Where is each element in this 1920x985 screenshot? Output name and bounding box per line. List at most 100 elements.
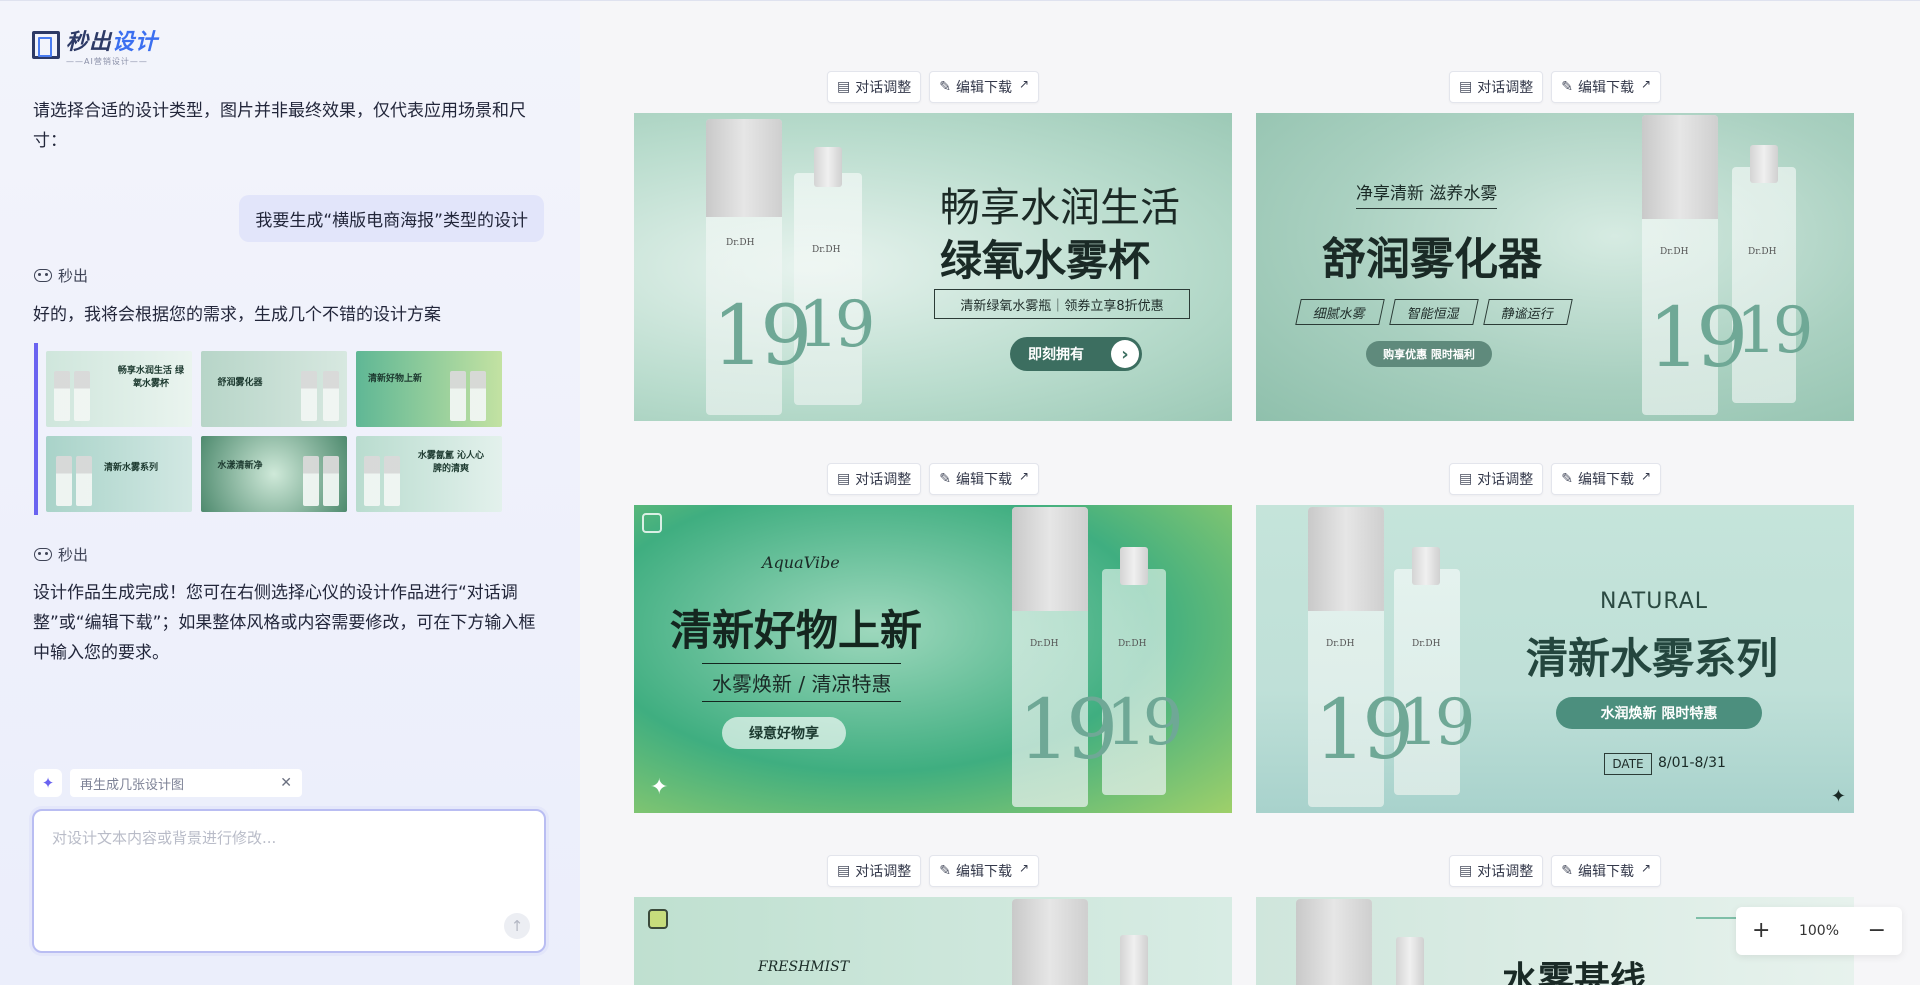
bottle-number: 19 <box>712 289 812 384</box>
thumb-bottle <box>450 371 466 421</box>
bottle-number: 19 <box>1018 683 1118 778</box>
chat-edit-icon: ▤ <box>836 471 851 487</box>
bottle-brand: Dr.DH <box>1748 247 1777 257</box>
bot-sender: 秒出 <box>34 265 88 286</box>
suggestion-chip-label: 再生成几张设计图 <box>80 777 185 793</box>
bottle-number: 19 <box>1648 291 1748 386</box>
chat-adjust-button[interactable]: ▤ 对话调整 <box>826 855 922 887</box>
thumb-bottle <box>56 456 72 506</box>
intro-message: 请选择合适的设计类型，图片并非最终效果，仅代表应用场景和尺寸： <box>33 101 526 151</box>
thumb-bottle <box>303 456 319 506</box>
edit-icon: ✎ <box>1561 471 1573 487</box>
date-label: DATE <box>1604 753 1652 775</box>
thumbnail-grid: 畅享水润生活 绿氧水雾杯 舒润雾化器 清新好物上新 清新水雾系列 水漾清新净 水… <box>34 343 524 515</box>
zoom-out-button[interactable]: − <box>1868 920 1886 942</box>
suggestion-chip[interactable]: ✦ 再生成几张设计图 ✕ <box>34 769 302 797</box>
bottle-brand: Dr.DH <box>1118 639 1147 649</box>
poster-5[interactable]: FRESHMIST <box>634 897 1232 985</box>
chevron-right-icon: › <box>1111 340 1139 368</box>
bottle-brand: Dr.DH <box>1030 639 1059 649</box>
poster-script: AquaVibe <box>762 553 840 572</box>
edit-download-button[interactable]: ✎ 编辑下载 ↗ <box>929 463 1040 495</box>
thumb-bottle <box>470 371 486 421</box>
edit-download-button[interactable]: ✎ 编辑下载 ↗ <box>1551 463 1662 495</box>
bottle-number: 19 <box>1314 683 1414 778</box>
zoom-in-button[interactable]: + <box>1752 920 1770 942</box>
edit-download-button[interactable]: ✎ 编辑下载 ↗ <box>1551 71 1662 103</box>
poster-headline: 清新水雾系列 <box>1526 634 1779 683</box>
poster-4[interactable]: Dr.DH Dr.DH 19 19 NATURAL 清新水雾系列 水润焕新 限时… <box>1256 505 1854 813</box>
bottle-brand: Dr.DH <box>1326 639 1355 649</box>
edit-download-button[interactable]: ✎ 编辑下载 ↗ <box>929 71 1040 103</box>
logo-mark-icon <box>32 31 60 59</box>
poster-cta: 即刻拥有 › <box>1010 337 1142 371</box>
thumbnail-title: 清新水雾系列 <box>103 463 158 473</box>
poster-script: FRESHMIST <box>758 959 850 975</box>
bottle-brand: Dr.DH <box>812 245 841 255</box>
chat-edit-icon: ▤ <box>1458 471 1473 487</box>
chat-adjust-button[interactable]: ▤ 对话调整 <box>826 71 922 103</box>
bottle-pump <box>1120 935 1148 985</box>
user-message-bubble: 我要生成“横版电商海报”类型的设计 <box>239 195 544 242</box>
bottle-number: 19 <box>798 288 875 362</box>
thumb-bottle <box>76 456 92 506</box>
thumbnail-3[interactable]: 清新好物上新 <box>356 351 502 427</box>
logo: 秒出设计 ——AI营销设计—— <box>32 31 158 67</box>
bot-icon <box>34 269 52 282</box>
bottle-pump <box>1396 937 1424 985</box>
thumbnail-2[interactable]: 舒润雾化器 <box>201 351 347 427</box>
bot-sender: 秒出 <box>34 544 88 565</box>
thumbnail-title: 畅享水润生活 绿氧水雾杯 <box>117 366 185 389</box>
poster-feature: 智能恒湿 <box>1389 299 1479 325</box>
message-input[interactable] <box>34 811 544 951</box>
thumbnail-6[interactable]: 水雾氤氲 沁人心脾的清爽 <box>356 436 502 512</box>
bottle-image <box>1296 899 1372 985</box>
thumbnail-5[interactable]: 水漾清新净 <box>201 436 347 512</box>
edit-download-button[interactable]: ✎ 编辑下载 ↗ <box>929 855 1040 887</box>
chat-adjust-button[interactable]: ▤ 对话调整 <box>826 463 922 495</box>
edit-icon: ✎ <box>939 863 951 879</box>
suggestion-chip-pill[interactable]: 再生成几张设计图 ✕ <box>70 769 302 797</box>
logo-tagline: ——AI营销设计—— <box>66 57 148 66</box>
external-link-icon: ↗ <box>1018 469 1030 483</box>
external-link-icon: ↗ <box>1640 861 1652 875</box>
thumbnail-4[interactable]: 清新水雾系列 <box>46 436 192 512</box>
external-link-icon: ↗ <box>1640 77 1652 91</box>
bot-reply-1: 好的，我将会根据您的需求，生成几个不错的设计方案 <box>33 305 441 325</box>
edit-icon: ✎ <box>1561 79 1573 95</box>
chat-adjust-button[interactable]: ▤ 对话调整 <box>1448 463 1544 495</box>
poster-headline: 绿氧水雾杯 <box>940 236 1151 285</box>
poster-1[interactable]: Dr.DH Dr.DH 19 19 畅享水润生活 绿氧水雾杯 清新绿氧水雾瓶｜领… <box>634 113 1232 421</box>
bottle-number: 19 <box>1106 686 1183 760</box>
thumbnail-title: 水雾氤氲 沁人心脾的清爽 <box>417 451 485 474</box>
bottle-brand: Dr.DH <box>1660 247 1689 257</box>
poster-feature: 静谧运行 <box>1483 299 1573 325</box>
bottle-number: 19 <box>1736 294 1813 368</box>
bottle-image <box>1012 899 1088 985</box>
sparkle-icon: ✦ <box>1830 786 1846 807</box>
poster-headline: 清新好物上新 <box>670 606 923 655</box>
send-button[interactable]: ↑ <box>504 913 530 939</box>
chat-edit-icon: ▤ <box>1458 79 1473 95</box>
message-input-box: ↑ <box>32 809 546 953</box>
chat-edit-icon: ▤ <box>1458 863 1473 879</box>
sparkle-icon: ✦ <box>34 769 62 797</box>
edit-download-button[interactable]: ✎ 编辑下载 ↗ <box>1551 855 1662 887</box>
sender-name: 秒出 <box>58 546 89 564</box>
poster-headline: 舒润雾化器 <box>1322 234 1542 285</box>
bot-icon <box>34 548 52 561</box>
poster-cta: 购享优惠 限时福利 <box>1366 341 1492 367</box>
logo-text: 秒出设计 <box>66 30 159 55</box>
poster-subline: 水雾焕新 / 清凉特惠 <box>702 663 902 702</box>
poster-3[interactable]: AquaVibe 清新好物上新 水雾焕新 / 清凉特惠 绿意好物享 Dr.DH … <box>634 505 1232 813</box>
thumbnail-title: 水漾清新净 <box>217 461 263 471</box>
chat-panel: 秒出设计 ——AI营销设计—— 请选择合适的设计类型，图片并非最终效果，仅代表应… <box>0 0 580 985</box>
chat-edit-icon: ▤ <box>836 863 851 879</box>
chat-adjust-button[interactable]: ▤ 对话调整 <box>1448 855 1544 887</box>
chat-edit-icon: ▤ <box>836 79 851 95</box>
chat-adjust-button[interactable]: ▤ 对话调整 <box>1448 71 1544 103</box>
external-link-icon: ↗ <box>1018 861 1030 875</box>
thumbnail-1[interactable]: 畅享水润生活 绿氧水雾杯 <box>46 351 192 427</box>
close-icon[interactable]: ✕ <box>280 775 292 791</box>
poster-2[interactable]: 净享清新 滋养水雾 舒润雾化器 细腻水雾 智能恒湿 静谧运行 购享优惠 限时福利… <box>1256 113 1854 421</box>
